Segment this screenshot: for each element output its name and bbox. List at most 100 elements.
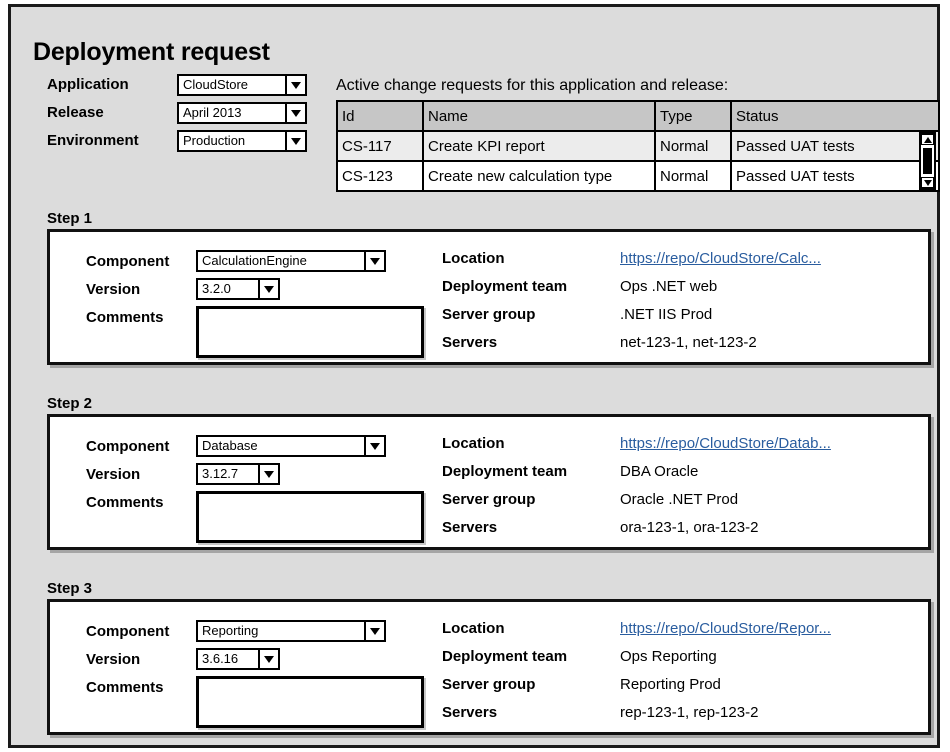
application-dropdown[interactable]: CloudStore [177, 74, 307, 96]
step-1-location-row: Location https://repo/CloudStore/Calc... [442, 250, 821, 278]
step-3-version-value[interactable]: 3.6.16 [196, 648, 258, 670]
chevron-down-icon[interactable] [364, 435, 386, 457]
step-1-comments-label: Comments [86, 309, 164, 326]
step-2-team-value: DBA Oracle [620, 463, 699, 480]
step-2-team-label: Deployment team [442, 463, 568, 480]
step-2-component-value[interactable]: Database [196, 435, 364, 457]
form-row-application: Application CloudStore [47, 71, 307, 99]
change-requests-caption: Active change requests for this applicat… [336, 77, 729, 94]
step-1-version-dropdown[interactable]: 3.2.0 [196, 278, 280, 300]
column-header-name: Name [423, 102, 656, 132]
chevron-down-icon[interactable] [285, 74, 307, 96]
application-value[interactable]: CloudStore [177, 74, 285, 96]
column-header-id: Id [338, 102, 424, 132]
environment-value[interactable]: Production [177, 130, 285, 152]
step-3-version-row: Version 3.6.16 [86, 648, 424, 676]
step-3-right-column: Location https://repo/CloudStore/Repor..… [442, 620, 831, 732]
step-2-servers-label: Servers [442, 519, 498, 536]
chevron-down-icon[interactable] [364, 620, 386, 642]
step-2-version-dropdown[interactable]: 3.12.7 [196, 463, 280, 485]
step-1-component-label: Component [86, 253, 170, 270]
chevron-down-icon[interactable] [285, 102, 307, 124]
step-2-label: Step 2 [47, 395, 93, 412]
step-2-server-group-label: Server group [442, 491, 536, 508]
step-2-left-column: Component Database Version 3.12.7 Commen… [86, 435, 424, 543]
scroll-down-arrow-icon[interactable] [921, 177, 934, 188]
step-3-team-value: Ops Reporting [620, 648, 717, 665]
step-2-component-dropdown[interactable]: Database [196, 435, 386, 457]
step-2-servers-value: ora-123-1, ora-123-2 [620, 519, 759, 536]
cell-type: Normal [655, 161, 732, 190]
step-2-comments-row: Comments [86, 491, 424, 543]
step-1-version-value[interactable]: 3.2.0 [196, 278, 258, 300]
step-3-server-group-row: Server group Reporting Prod [442, 676, 831, 704]
step-2-location-row: Location https://repo/CloudStore/Datab..… [442, 435, 831, 463]
step-2-version-label: Version [86, 466, 141, 483]
release-label: Release [47, 104, 104, 121]
step-1-team-label: Deployment team [442, 278, 568, 295]
step-2-comments-label: Comments [86, 494, 164, 511]
step-1-component-row: Component CalculationEngine [86, 250, 424, 278]
step-3-panel: Component Reporting Version 3.6.16 Comme… [47, 599, 931, 735]
change-requests-table: Id Name Type Status CS-117 Create KPI re… [336, 100, 940, 192]
step-2-component-row: Component Database [86, 435, 424, 463]
step-1-servers-row: Servers net-123-1, net-123-2 [442, 334, 821, 362]
step-2-server-group-value: Oracle .NET Prod [620, 491, 739, 508]
step-2-location-link[interactable]: https://repo/CloudStore/Datab... [620, 435, 831, 452]
release-value[interactable]: April 2013 [177, 102, 285, 124]
step-1-comments-row: Comments [86, 306, 424, 358]
chevron-down-icon[interactable] [258, 648, 280, 670]
step-1-comments-input[interactable] [196, 306, 424, 358]
scroll-up-arrow-icon[interactable] [921, 134, 934, 145]
form-row-release: Release April 2013 [47, 99, 307, 127]
step-1-team-row: Deployment team Ops .NET web [442, 278, 821, 306]
step-1-component-dropdown[interactable]: CalculationEngine [196, 250, 386, 272]
step-3-left-column: Component Reporting Version 3.6.16 Comme… [86, 620, 424, 728]
step-3-version-label: Version [86, 651, 141, 668]
chevron-down-icon[interactable] [364, 250, 386, 272]
step-2-panel: Component Database Version 3.12.7 Commen… [47, 414, 931, 550]
step-1-label: Step 1 [47, 210, 93, 227]
step-3-servers-value: rep-123-1, rep-123-2 [620, 704, 759, 721]
table-row[interactable]: CS-123 Create new calculation type Norma… [338, 161, 938, 190]
chevron-down-icon[interactable] [258, 463, 280, 485]
chevron-down-icon[interactable] [285, 130, 307, 152]
step-2-version-row: Version 3.12.7 [86, 463, 424, 491]
step-1-panel: Component CalculationEngine Version 3.2.… [47, 229, 931, 365]
window-frame: Deployment request Application CloudStor… [8, 4, 940, 748]
step-2-team-row: Deployment team DBA Oracle [442, 463, 831, 491]
step-3-location-link[interactable]: https://repo/CloudStore/Repor... [620, 620, 831, 637]
scrollbar-thumb[interactable] [923, 148, 932, 174]
step-3-location-row: Location https://repo/CloudStore/Repor..… [442, 620, 831, 648]
step-3-component-dropdown[interactable]: Reporting [196, 620, 386, 642]
step-3-component-value[interactable]: Reporting [196, 620, 364, 642]
cell-id: CS-123 [338, 161, 424, 190]
step-2-comments-input[interactable] [196, 491, 424, 543]
step-3-component-label: Component [86, 623, 170, 640]
table-scrollbar[interactable] [919, 132, 936, 190]
step-1-location-link[interactable]: https://repo/CloudStore/Calc... [620, 250, 821, 267]
cell-name: Create KPI report [423, 131, 656, 162]
cell-status: Passed UAT tests [731, 161, 938, 190]
step-3-team-row: Deployment team Ops Reporting [442, 648, 831, 676]
step-2-location-label: Location [442, 435, 505, 452]
table-row[interactable]: CS-117 Create KPI report Normal Passed U… [338, 131, 938, 162]
chevron-down-icon[interactable] [258, 278, 280, 300]
environment-dropdown[interactable]: Production [177, 130, 307, 152]
step-3-servers-row: Servers rep-123-1, rep-123-2 [442, 704, 831, 732]
application-label: Application [47, 76, 129, 93]
step-3-team-label: Deployment team [442, 648, 568, 665]
release-dropdown[interactable]: April 2013 [177, 102, 307, 124]
step-3-version-dropdown[interactable]: 3.6.16 [196, 648, 280, 670]
step-2-servers-row: Servers ora-123-1, ora-123-2 [442, 519, 831, 547]
step-1-right-column: Location https://repo/CloudStore/Calc...… [442, 250, 821, 362]
deployment-target-form: Application CloudStore Release April 201… [47, 71, 307, 155]
step-1-component-value[interactable]: CalculationEngine [196, 250, 364, 272]
column-header-status: Status [731, 102, 938, 132]
step-1-servers-value: net-123-1, net-123-2 [620, 334, 757, 351]
step-2-version-value[interactable]: 3.12.7 [196, 463, 258, 485]
deployment-request-screen: Deployment request Application CloudStor… [0, 0, 950, 752]
cell-type: Normal [655, 131, 732, 162]
step-3-comments-input[interactable] [196, 676, 424, 728]
table-header-row: Id Name Type Status [338, 102, 938, 132]
